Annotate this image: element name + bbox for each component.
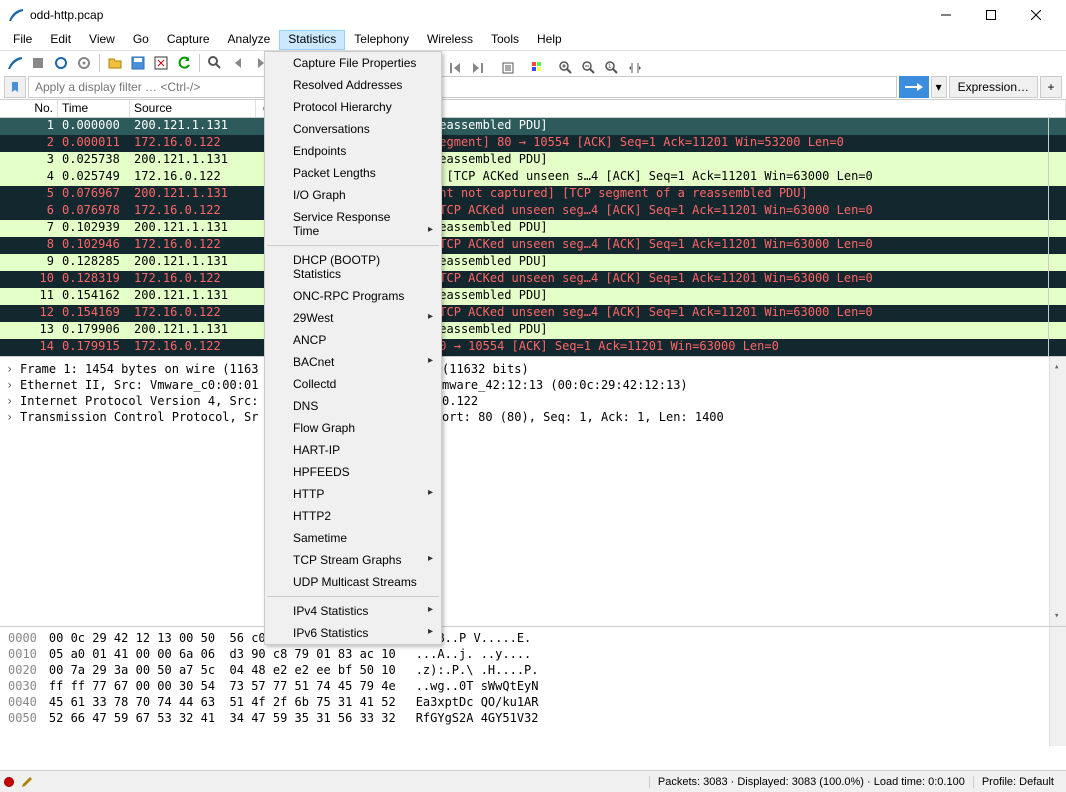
stop-capture-icon[interactable] (27, 52, 49, 74)
menu-help[interactable]: Help (528, 30, 571, 50)
packet-row[interactable]: 30.025738200.121.1.1311454[TCP segment o… (0, 152, 1066, 169)
menu-item-ancp[interactable]: ANCP (265, 329, 441, 351)
zoom-reset-icon[interactable]: 1 (601, 57, 623, 79)
menu-wireless[interactable]: Wireless (418, 30, 482, 50)
packet-row[interactable]: 50.076967200.121.1.1311454[TCP Previous … (0, 186, 1066, 203)
back-icon[interactable] (227, 52, 249, 74)
menu-telephony[interactable]: Telephony (345, 30, 418, 50)
menu-statistics[interactable]: Statistics (279, 30, 345, 50)
go-first-icon[interactable] (444, 57, 466, 79)
menu-item-protocol-hierarchy[interactable]: Protocol Hierarchy (265, 96, 441, 118)
menu-item-hart-ip[interactable]: HART-IP (265, 439, 441, 461)
menu-capture[interactable]: Capture (158, 30, 219, 50)
menu-separator (267, 245, 439, 246)
close-file-icon[interactable] (150, 52, 172, 74)
menu-item-hpfeeds[interactable]: HPFEEDS (265, 461, 441, 483)
menu-tools[interactable]: Tools (482, 30, 528, 50)
column-header-no[interactable]: No. (0, 100, 58, 117)
packet-minimap[interactable] (1048, 118, 1066, 356)
resize-columns-icon[interactable] (624, 57, 646, 79)
zoom-out-icon[interactable] (578, 57, 600, 79)
menu-analyze[interactable]: Analyze (219, 30, 280, 50)
menu-item-endpoints[interactable]: Endpoints (265, 140, 441, 162)
packet-row[interactable]: 100.128319172.16.0.12254[TCP Dup ACK 2#3… (0, 271, 1066, 288)
menu-edit[interactable]: Edit (41, 30, 80, 50)
packet-row[interactable]: 90.128285200.121.1.1311454[TCP segment o… (0, 254, 1066, 271)
packet-row[interactable]: 20.000011172.16.0.12254[TCP ACKed unseen… (0, 135, 1066, 152)
packet-row[interactable]: 70.102939200.121.1.1311454[TCP segment o… (0, 220, 1066, 237)
menu-file[interactable]: File (4, 30, 41, 50)
window-title: odd-http.pcap (30, 8, 923, 22)
menu-go[interactable]: Go (124, 30, 158, 50)
packet-details-pane[interactable]: ›Frame 1: 1454 bytes on wire (1163›Ether… (0, 356, 1066, 626)
menu-item-29west[interactable]: 29West (265, 307, 441, 329)
restart-capture-icon[interactable] (50, 52, 72, 74)
titlebar: odd-http.pcap (0, 0, 1066, 30)
packet-row[interactable]: 110.154162200.121.1.1311454[TCP segment … (0, 288, 1066, 305)
bookmark-filter-icon[interactable] (4, 76, 26, 98)
expression-button[interactable]: Expression… (949, 76, 1038, 98)
add-filter-button[interactable]: + (1040, 76, 1062, 98)
menu-item-ipv6-statistics[interactable]: IPv6 Statistics (265, 622, 441, 644)
menu-item-packet-lengths[interactable]: Packet Lengths (265, 162, 441, 184)
close-button[interactable] (1013, 0, 1058, 30)
packet-bytes-pane[interactable]: 000000100020003000400050 00 0c 29 42 12 … (0, 626, 1066, 746)
options-icon[interactable] (73, 52, 95, 74)
app-icon (8, 7, 24, 23)
menu-item-tcp-stream-graphs[interactable]: TCP Stream Graphs (265, 549, 441, 571)
expert-info-icon[interactable] (4, 777, 14, 787)
bytes-scrollbar[interactable] (1049, 627, 1066, 746)
status-profile[interactable]: Profile: Default (973, 776, 1062, 788)
menu-item-sametime[interactable]: Sametime (265, 527, 441, 549)
menu-item-i-o-graph[interactable]: I/O Graph (265, 184, 441, 206)
menu-item-udp-multicast-streams[interactable]: UDP Multicast Streams (265, 571, 441, 593)
statistics-menu-dropdown: Capture File PropertiesResolved Addresse… (264, 51, 442, 645)
packet-row[interactable]: 40.025749172.16.0.12254[TCP Window Updat… (0, 169, 1066, 186)
display-filter-input[interactable] (28, 76, 897, 98)
packet-row[interactable]: 140.179915172.16.0.12254[TCP Dup ACK 2#5… (0, 339, 1066, 356)
menu-item-dhcp-bootp-statistics[interactable]: DHCP (BOOTP) Statistics (265, 249, 441, 285)
menu-item-capture-file-properties[interactable]: Capture File Properties (265, 52, 441, 74)
column-header-time[interactable]: Time (58, 100, 130, 117)
menubar: FileEditViewGoCaptureAnalyzeStatisticsTe… (0, 30, 1066, 51)
find-icon[interactable] (204, 52, 226, 74)
menu-item-flow-graph[interactable]: Flow Graph (265, 417, 441, 439)
save-icon[interactable] (127, 52, 149, 74)
colorize-icon[interactable] (527, 57, 549, 79)
menu-item-conversations[interactable]: Conversations (265, 118, 441, 140)
packet-row[interactable]: 130.179906200.121.1.1311454[TCP segment … (0, 322, 1066, 339)
status-packets: Packets: 3083 · Displayed: 3083 (100.0%)… (649, 776, 973, 788)
packet-row[interactable]: 120.154169172.16.0.12254[TCP Dup ACK 2#4… (0, 305, 1066, 322)
packet-row[interactable]: 80.102946172.16.0.12254[TCP Dup ACK 2#2]… (0, 237, 1066, 254)
menu-item-service-response-time[interactable]: Service Response Time (265, 206, 441, 242)
menu-item-http2[interactable]: HTTP2 (265, 505, 441, 527)
zoom-in-icon[interactable] (555, 57, 577, 79)
filter-history-dropdown[interactable]: ▾ (931, 76, 947, 98)
menu-item-resolved-addresses[interactable]: Resolved Addresses (265, 74, 441, 96)
menu-item-bacnet[interactable]: BACnet (265, 351, 441, 373)
open-icon[interactable] (104, 52, 126, 74)
column-header-src[interactable]: Source (130, 100, 256, 117)
start-capture-icon[interactable] (4, 52, 26, 74)
menu-separator (267, 596, 439, 597)
reload-icon[interactable] (173, 52, 195, 74)
statusbar: Packets: 3083 · Displayed: 3083 (100.0%)… (0, 770, 1066, 792)
packet-list-header: No.TimeSourceengthInfo (0, 100, 1066, 118)
packet-row[interactable]: 60.076978172.16.0.12254[TCP Dup ACK 2#1]… (0, 203, 1066, 220)
menu-view[interactable]: View (80, 30, 124, 50)
maximize-button[interactable] (968, 0, 1013, 30)
autoscroll-icon[interactable] (497, 57, 519, 79)
menu-item-collectd[interactable]: Collectd (265, 373, 441, 395)
details-scrollbar[interactable] (1049, 357, 1066, 626)
go-last-icon[interactable] (467, 57, 489, 79)
edit-capture-icon[interactable] (20, 775, 34, 789)
packet-list-pane: No.TimeSourceengthInfo 10.000000200.121.… (0, 99, 1066, 356)
menu-item-ipv4-statistics[interactable]: IPv4 Statistics (265, 600, 441, 622)
packet-row[interactable]: 10.000000200.121.1.1311454[TCP segment o… (0, 118, 1066, 135)
menu-item-http[interactable]: HTTP (265, 483, 441, 505)
menu-item-dns[interactable]: DNS (265, 395, 441, 417)
menu-item-onc-rpc-programs[interactable]: ONC-RPC Programs (265, 285, 441, 307)
minimize-button[interactable] (923, 0, 968, 30)
apply-filter-button[interactable] (899, 76, 929, 98)
